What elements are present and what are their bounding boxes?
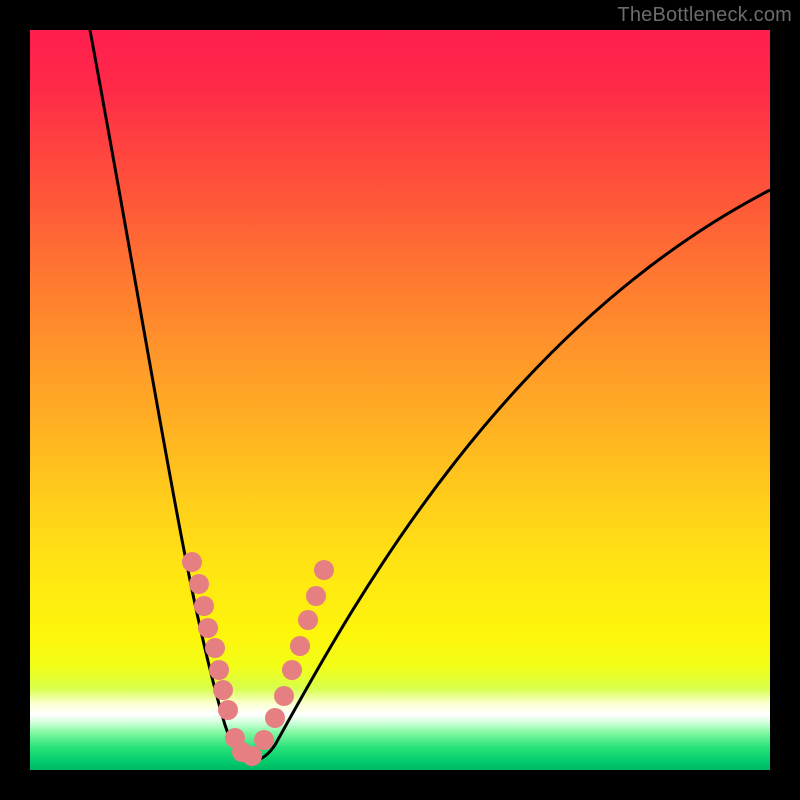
data-dot	[306, 586, 326, 606]
data-dot	[213, 680, 233, 700]
data-dot	[182, 552, 202, 572]
chart-plot-area	[30, 30, 770, 770]
data-dot	[189, 574, 209, 594]
data-dots	[182, 552, 334, 766]
data-dot	[242, 746, 262, 766]
data-dot	[218, 700, 238, 720]
data-dot	[205, 638, 225, 658]
data-dot	[265, 708, 285, 728]
bottleneck-curve	[90, 30, 770, 760]
data-dot	[298, 610, 318, 630]
data-dot	[254, 730, 274, 750]
chart-svg	[30, 30, 770, 770]
data-dot	[314, 560, 334, 580]
data-dot	[198, 618, 218, 638]
chart-frame: TheBottleneck.com	[0, 0, 800, 800]
data-dot	[274, 686, 294, 706]
data-dot	[290, 636, 310, 656]
data-dot	[194, 596, 214, 616]
data-dot	[282, 660, 302, 680]
data-dot	[209, 660, 229, 680]
watermark-text: TheBottleneck.com	[617, 4, 792, 27]
